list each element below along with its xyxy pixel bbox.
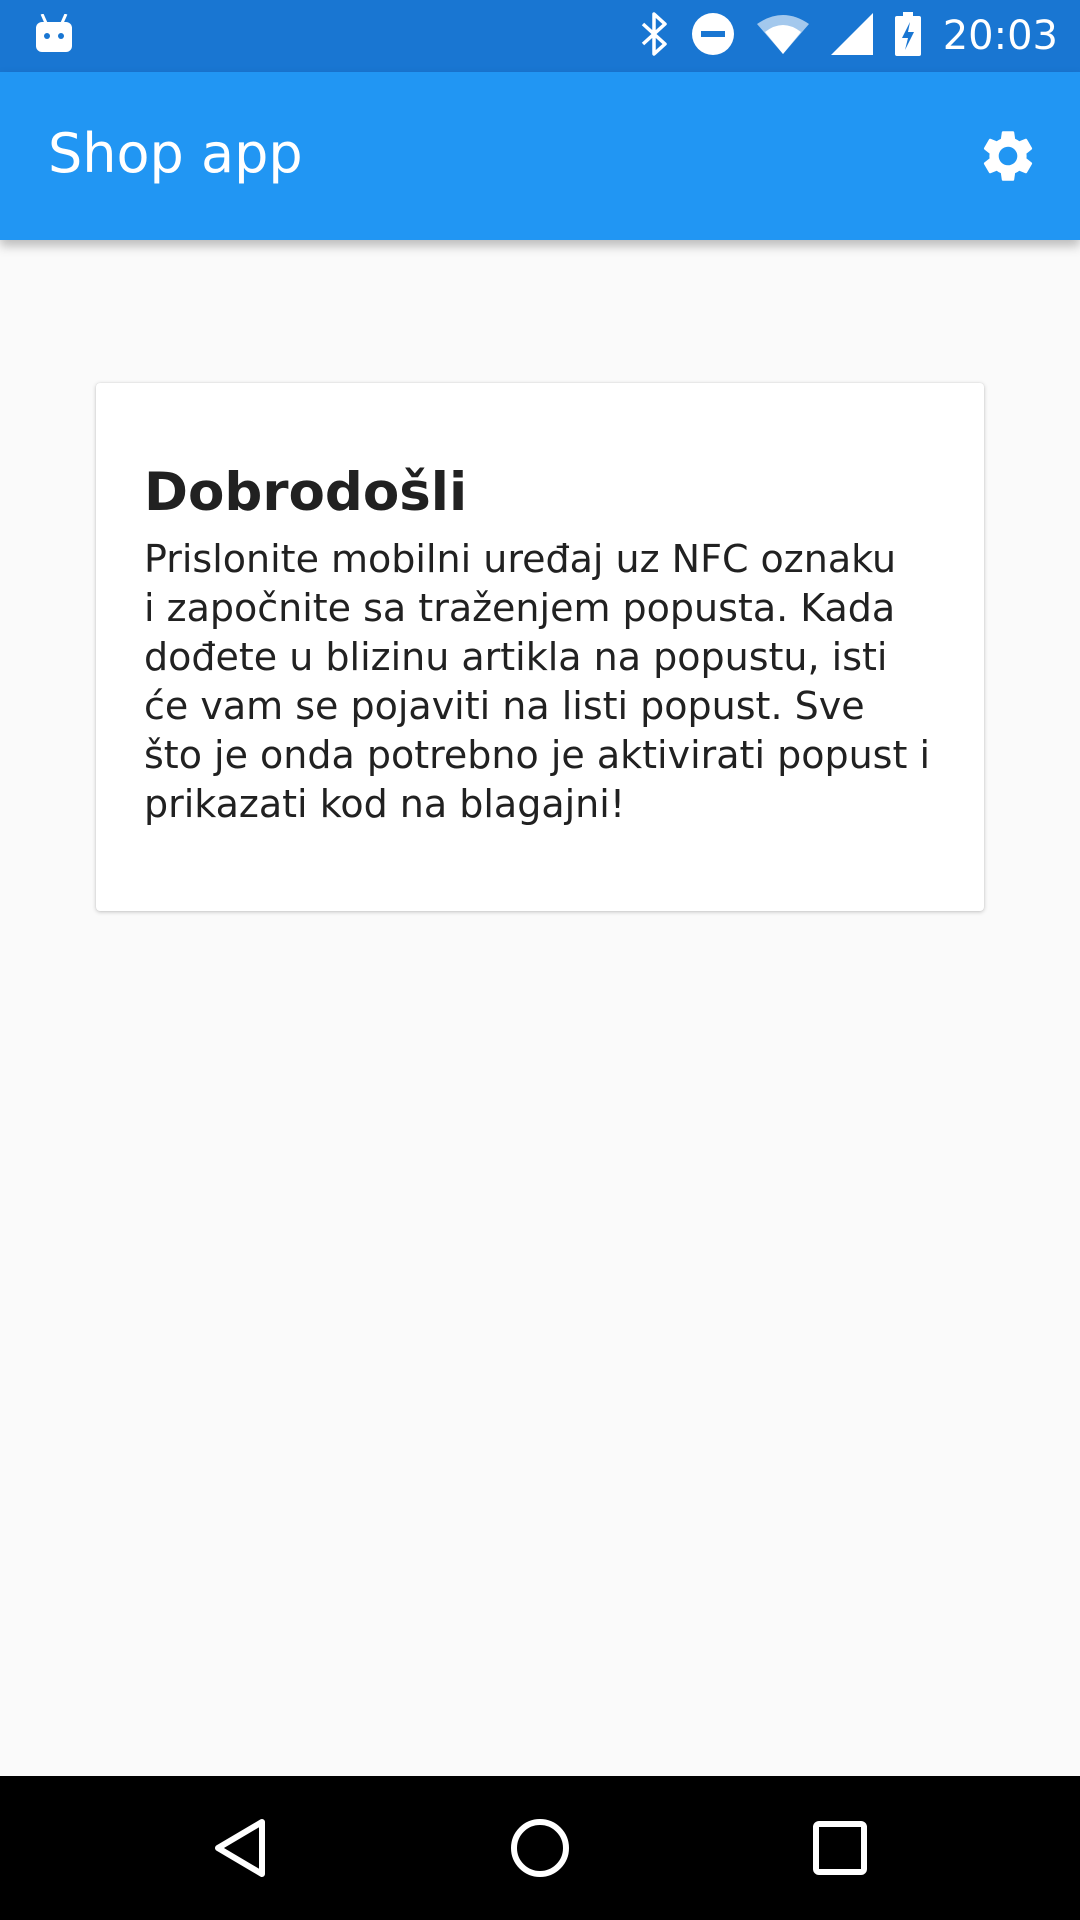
- battery-charging-icon: [894, 11, 921, 61]
- card-title: Dobrodošli: [144, 462, 468, 523]
- home-icon: [511, 1819, 569, 1877]
- card-body-line: dođete u blizinu artikla na popustu, ist…: [144, 635, 888, 679]
- card-body-line: će vam se pojaviti na listi popust. Sve: [144, 684, 865, 728]
- status-icons: 20:03: [639, 0, 1058, 72]
- main-content: Dobrodošli Prislonite mobilni uređaj uz …: [0, 240, 1080, 1776]
- settings-icon: [983, 131, 1033, 181]
- settings-button[interactable]: [972, 120, 1044, 192]
- do-not-disturb-icon: [691, 12, 735, 61]
- card-body-line: Prislonite mobilni uređaj uz NFC oznaku: [144, 537, 897, 581]
- back-button[interactable]: [200, 1808, 280, 1888]
- bluetooth-icon: [639, 11, 669, 61]
- recents-icon: [813, 1821, 867, 1875]
- back-icon: [215, 1819, 265, 1877]
- android-debug-icon: [36, 13, 72, 59]
- card-body: Prislonite mobilni uređaj uz NFC oznaku …: [144, 535, 936, 829]
- app-bar: Shop app: [0, 72, 1080, 240]
- navigation-bar: [0, 1776, 1080, 1920]
- card-body-line: prikazati kod na blagajni!: [144, 782, 626, 826]
- card-body-line: što je onda potrebno je aktivirati popus…: [144, 733, 930, 777]
- app-title: Shop app: [48, 122, 303, 185]
- status-time: 20:03: [942, 13, 1058, 59]
- welcome-card: Dobrodošli Prislonite mobilni uređaj uz …: [96, 383, 984, 911]
- home-button[interactable]: [500, 1808, 580, 1888]
- recents-button[interactable]: [800, 1808, 880, 1888]
- card-body-line: i započnite sa traženjem popusta. Kada: [144, 586, 896, 630]
- wifi-icon: [756, 14, 809, 59]
- status-bar: 20:03: [0, 0, 1080, 72]
- signal-icon: [830, 12, 873, 60]
